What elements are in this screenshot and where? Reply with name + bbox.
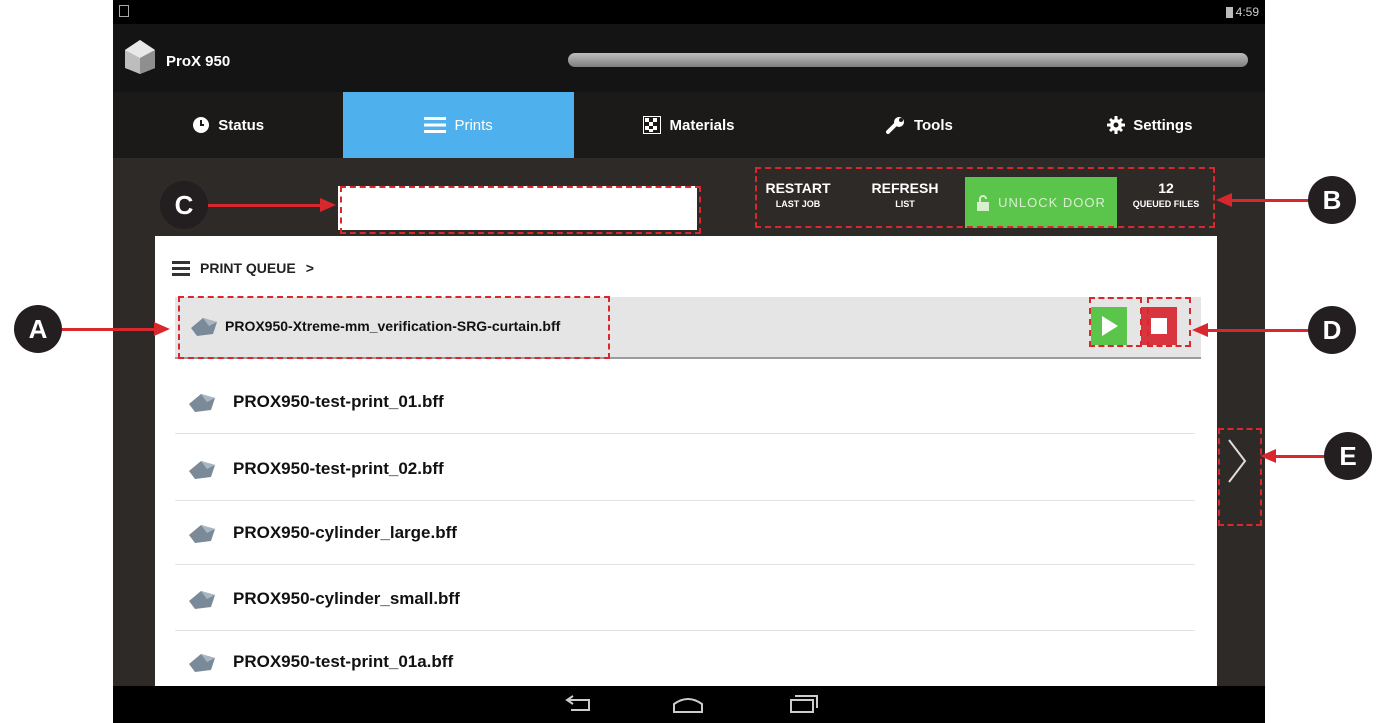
print-progress-bar xyxy=(568,53,1248,67)
callout-d-frame-stop xyxy=(1147,297,1191,347)
callout-c-arrow xyxy=(208,204,322,207)
chevron-right-icon: > xyxy=(305,260,314,276)
queue-item[interactable]: PROX950-test-print_01a.bff xyxy=(175,630,1195,686)
callout-e-arrow xyxy=(1276,455,1324,458)
queue-item[interactable]: PROX950-test-print_02.bff xyxy=(175,437,1195,501)
callout-a: A xyxy=(14,305,62,353)
app-title: ProX 950 xyxy=(166,53,231,70)
print-file-icon xyxy=(189,525,215,543)
queue-item-name: PROX950-test-print_01.bff xyxy=(233,392,444,411)
callout-d-arrow xyxy=(1208,329,1308,332)
tab-tools[interactable]: Tools xyxy=(804,92,1034,158)
list-icon xyxy=(172,260,190,276)
callout-a-arrow xyxy=(62,328,156,331)
tab-settings[interactable]: Settings xyxy=(1035,92,1265,158)
queue-item[interactable]: PROX950-test-print_01.bff xyxy=(175,370,1195,434)
tablet-screen: 4:59 ProX 950 Status Prints Materials To… xyxy=(113,0,1265,723)
wrench-icon xyxy=(885,117,904,134)
tab-status-label: Status xyxy=(218,116,265,134)
queue-item-name: PROX950-test-print_02.bff xyxy=(233,459,444,478)
print-file-icon xyxy=(189,654,215,672)
print-file-icon xyxy=(189,394,215,412)
callout-d-frame-play xyxy=(1089,297,1142,347)
app-header: ProX 950 xyxy=(113,24,1265,92)
callout-c-frame xyxy=(340,186,701,234)
materials-icon xyxy=(643,116,662,134)
print-queue-header[interactable]: PRINT QUEUE > xyxy=(172,260,314,276)
callout-b-arrow xyxy=(1232,199,1308,202)
queue-item[interactable]: PROX950-cylinder_large.bff xyxy=(175,501,1195,565)
clock-time: 4:59 xyxy=(1235,5,1259,19)
tab-materials[interactable]: Materials xyxy=(574,92,804,158)
callout-b: B xyxy=(1308,176,1356,224)
android-nav-bar xyxy=(113,686,1265,723)
callout-a-frame xyxy=(178,296,610,359)
gear-icon xyxy=(1107,116,1126,134)
callout-d: D xyxy=(1308,306,1356,354)
queue-item[interactable]: PROX950-cylinder_small.bff xyxy=(175,567,1195,631)
main-tabs: Status Prints Materials Tools Settings xyxy=(113,92,1265,158)
print-file-icon xyxy=(189,461,215,479)
notification-icon xyxy=(119,5,129,17)
battery-icon xyxy=(1225,6,1233,18)
home-icon[interactable] xyxy=(671,694,705,714)
tab-materials-label: Materials xyxy=(669,116,735,134)
tab-tools-label: Tools xyxy=(913,116,953,134)
printer-logo-icon xyxy=(125,40,155,74)
print-file-icon xyxy=(189,591,215,609)
callout-e: E xyxy=(1324,432,1372,480)
tab-prints[interactable]: Prints xyxy=(343,92,574,158)
print-queue-title: PRINT QUEUE xyxy=(200,260,296,276)
clock-icon xyxy=(193,117,210,133)
recent-apps-icon[interactable] xyxy=(789,694,819,714)
queue-item-name: PROX950-cylinder_small.bff xyxy=(233,589,460,608)
callout-e-frame xyxy=(1218,428,1262,526)
queue-item-name: PROX950-cylinder_large.bff xyxy=(233,523,457,542)
list-icon xyxy=(424,117,447,133)
callout-c: C xyxy=(160,181,208,229)
back-icon[interactable] xyxy=(563,694,593,714)
tab-prints-label: Prints xyxy=(454,116,493,134)
tab-status[interactable]: Status xyxy=(113,92,343,158)
callout-b-frame xyxy=(755,167,1215,228)
status-bar: 4:59 xyxy=(113,0,1265,24)
tab-settings-label: Settings xyxy=(1133,116,1193,134)
queue-item-name: PROX950-test-print_01a.bff xyxy=(233,652,454,671)
